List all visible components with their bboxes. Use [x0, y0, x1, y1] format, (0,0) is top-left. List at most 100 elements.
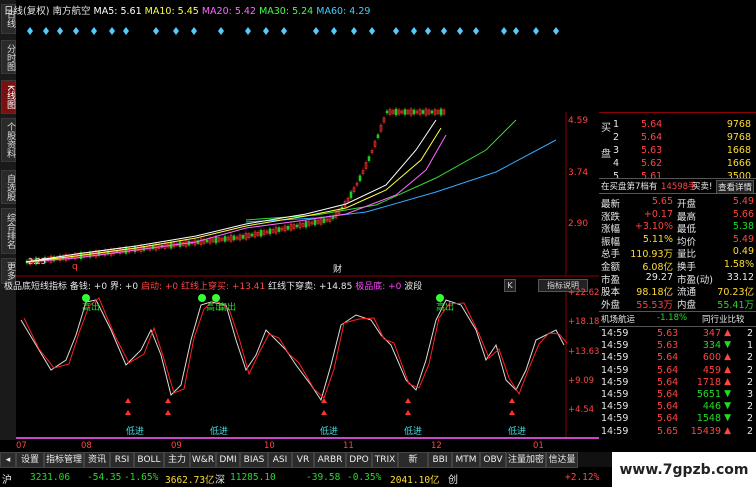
sh-pct: -1.65%: [124, 472, 159, 483]
buy-arrow-icon: [509, 398, 515, 403]
x-axis: 07 08 09 10 11 12 01: [16, 441, 599, 452]
quote-value-left: 5.65: [651, 196, 673, 207]
sz-pct: -0.35%: [347, 472, 382, 483]
bottom-tab[interactable]: 主力: [164, 452, 190, 468]
x-tick-10: 10: [264, 441, 275, 451]
tick-volume: 1548: [696, 413, 721, 425]
tab-scroll-left[interactable]: ◂: [0, 452, 16, 468]
indicator-name[interactable]: 极品底短线指标: [4, 282, 67, 292]
order-book-row: 4 5.62 1666: [613, 158, 753, 171]
sz-amount: 2041.10亿: [390, 475, 440, 486]
event-diamond-icon: [263, 27, 269, 35]
ind-tick-1: +22.62: [568, 288, 600, 298]
nav-kline[interactable]: K线图: [1, 80, 16, 114]
quote-row: 振幅 5.11% 均价 5.49: [601, 234, 755, 248]
bottom-tab[interactable]: OBV: [480, 452, 506, 468]
x-tick-11: 11: [343, 441, 354, 451]
x-tick-12: 12: [431, 441, 442, 451]
tick-price: 5.63: [657, 328, 679, 339]
indicator-item-1: 界: +0: [109, 282, 139, 292]
event-diamond-icon: [425, 27, 431, 35]
bottom-tab[interactable]: DPO: [346, 452, 372, 468]
sh-label: 沪: [2, 475, 12, 486]
high-out-dot-icon: [198, 294, 206, 302]
price-tick-2: 3.74: [568, 168, 589, 178]
bottom-tab[interactable]: TRIX: [372, 452, 398, 468]
cy-pct: +2.12%: [565, 472, 600, 483]
bottom-tab[interactable]: BOLL: [134, 452, 164, 468]
order-price: 5.64: [641, 119, 663, 130]
quote-row: 总手 110.93万 量比 0.49: [601, 246, 755, 260]
bottom-tab[interactable]: BBI: [428, 452, 452, 468]
order-level: 4: [613, 158, 620, 169]
tick-time: 14:59: [601, 328, 629, 339]
event-diamond-icon: [27, 27, 33, 35]
marker-q: q: [72, 262, 78, 272]
event-diamond-icon: [173, 27, 179, 35]
arrow-up-icon: ▲: [724, 376, 731, 387]
queue-buy-text: 买卖!: [692, 182, 713, 192]
bottom-tab[interactable]: ARBR: [314, 452, 346, 468]
bottom-tab[interactable]: RSI: [110, 452, 134, 468]
tick-time: 14:59: [601, 413, 629, 425]
bottom-tab[interactable]: 指标管理: [44, 452, 84, 468]
bottom-tab[interactable]: BIAS: [240, 452, 268, 468]
arrow-down-icon: ▼: [724, 413, 731, 424]
event-diamond-icon: [369, 27, 375, 35]
order-volume: 1666: [726, 158, 751, 169]
arrow-down-icon: ▼: [724, 401, 731, 412]
event-diamond-icon: [457, 27, 463, 35]
low-in-label-5: 低进: [508, 427, 527, 437]
tick-price: 5.64: [657, 413, 679, 425]
tab-peer-compare[interactable]: 同行业比较: [702, 313, 745, 325]
tab-industry[interactable]: 机场航运: [601, 313, 635, 325]
event-diamond-icon: [109, 27, 115, 35]
event-diamond-icon: [91, 27, 97, 35]
event-diamond-icon: [43, 27, 49, 35]
order-price: 5.62: [641, 158, 663, 169]
event-diamond-icon: [245, 27, 251, 35]
bottom-tab[interactable]: VR: [292, 452, 314, 468]
buy-arrow-icon: [321, 398, 327, 403]
buy-arrow-icon: [165, 398, 171, 403]
queue-bar: 在买盘第7档有 14598手 买卖! 查看详情: [599, 178, 756, 194]
tick-volume: 600: [702, 352, 721, 364]
bottom-tab[interactable]: ASI: [268, 452, 292, 468]
bottom-tab[interactable]: 信达量: [546, 452, 578, 468]
bottom-tab[interactable]: W&R: [190, 452, 216, 468]
kline-svg: [16, 27, 599, 439]
bottom-tab[interactable]: 设置: [16, 452, 44, 468]
event-markers: [27, 27, 559, 35]
nav-intraday[interactable]: 分时图: [1, 40, 16, 74]
tick-count: 1: [746, 340, 753, 352]
bottom-tab[interactable]: 注量加密: [506, 452, 546, 468]
marker-cai: 财: [333, 265, 343, 275]
queue-left-text: 在买盘第7档有: [601, 182, 658, 192]
indicator-item-5: 极品底: +0: [355, 282, 402, 292]
tick-time: 14:59: [601, 401, 629, 413]
bottom-tab[interactable]: 新DMA: [398, 452, 428, 479]
queue-detail-button[interactable]: 查看详情: [716, 180, 755, 194]
buy-arrow-icon: [405, 398, 411, 403]
nav-stock-info[interactable]: 个股资料: [1, 118, 16, 162]
arrow-up-icon: ▲: [724, 364, 731, 375]
nav-ranking[interactable]: 综合排名: [1, 208, 16, 254]
tick-price: 5.64: [657, 401, 679, 413]
tick-count: 2: [746, 352, 753, 364]
quote-panel: 买 盘 1 5.64 9768 2 5.64 9768 3 5.63 1668 …: [599, 0, 756, 440]
bottom-tab[interactable]: 资讯: [84, 452, 110, 468]
bottom-tab[interactable]: DMI: [216, 452, 240, 468]
tick-price: 5.64: [657, 389, 679, 400]
event-diamond-icon: [513, 27, 519, 35]
indicator-k-button[interactable]: K: [504, 279, 516, 292]
arrow-up-icon: ▲: [724, 328, 731, 338]
sz-label: 深: [215, 475, 225, 486]
buy-arrow-icon: [165, 410, 171, 415]
bottom-tab[interactable]: MTM: [452, 452, 480, 468]
order-level: 3: [613, 145, 620, 156]
x-tick-08: 08: [81, 441, 92, 451]
event-diamond-icon: [331, 27, 337, 35]
tick-time: 14:59: [601, 376, 629, 388]
sh-amount: 3662.73亿: [165, 475, 215, 486]
nav-watchlist[interactable]: 自选股: [1, 170, 16, 204]
